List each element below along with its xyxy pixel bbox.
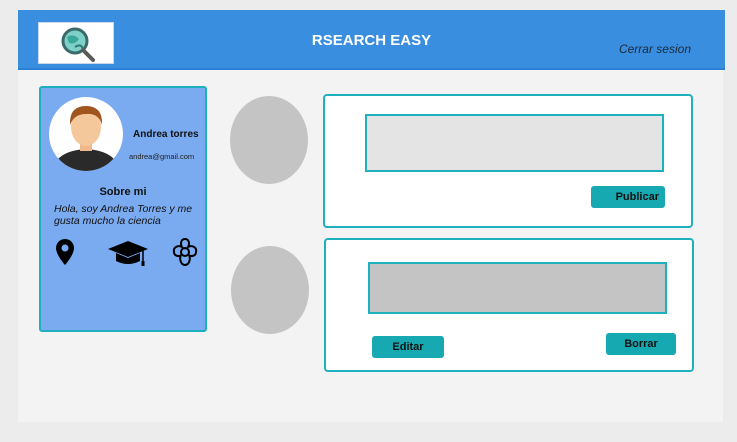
new-post-card: Publicar [323, 94, 693, 228]
avatar [49, 97, 123, 171]
flower-icon[interactable] [169, 235, 201, 274]
about-title: Sobre mi [99, 186, 147, 198]
graduation-cap-icon[interactable] [107, 238, 149, 273]
publish-button[interactable]: Publicar [591, 186, 665, 208]
edit-button[interactable]: Editar [372, 336, 444, 358]
post-avatar-placeholder [231, 246, 309, 334]
user-name: Andrea torres [133, 129, 199, 140]
header-bar: RSEARCH EASY Cerrar sesion [18, 10, 725, 70]
profile-card: Andrea torres andrea@gmail.com Sobre mi … [39, 86, 207, 332]
post-content-box [368, 262, 667, 314]
location-icon[interactable] [55, 238, 75, 271]
existing-post-card: Editar Borrar [324, 238, 694, 372]
delete-button[interactable]: Borrar [606, 333, 676, 355]
user-email: andrea@gmail.com [129, 152, 195, 161]
new-post-textarea[interactable] [365, 114, 664, 172]
about-text: Hola, soy Andrea Torres y me gusta mucho… [54, 203, 193, 227]
post-avatar-placeholder [230, 96, 308, 184]
logout-link[interactable]: Cerrar sesion [619, 42, 691, 56]
